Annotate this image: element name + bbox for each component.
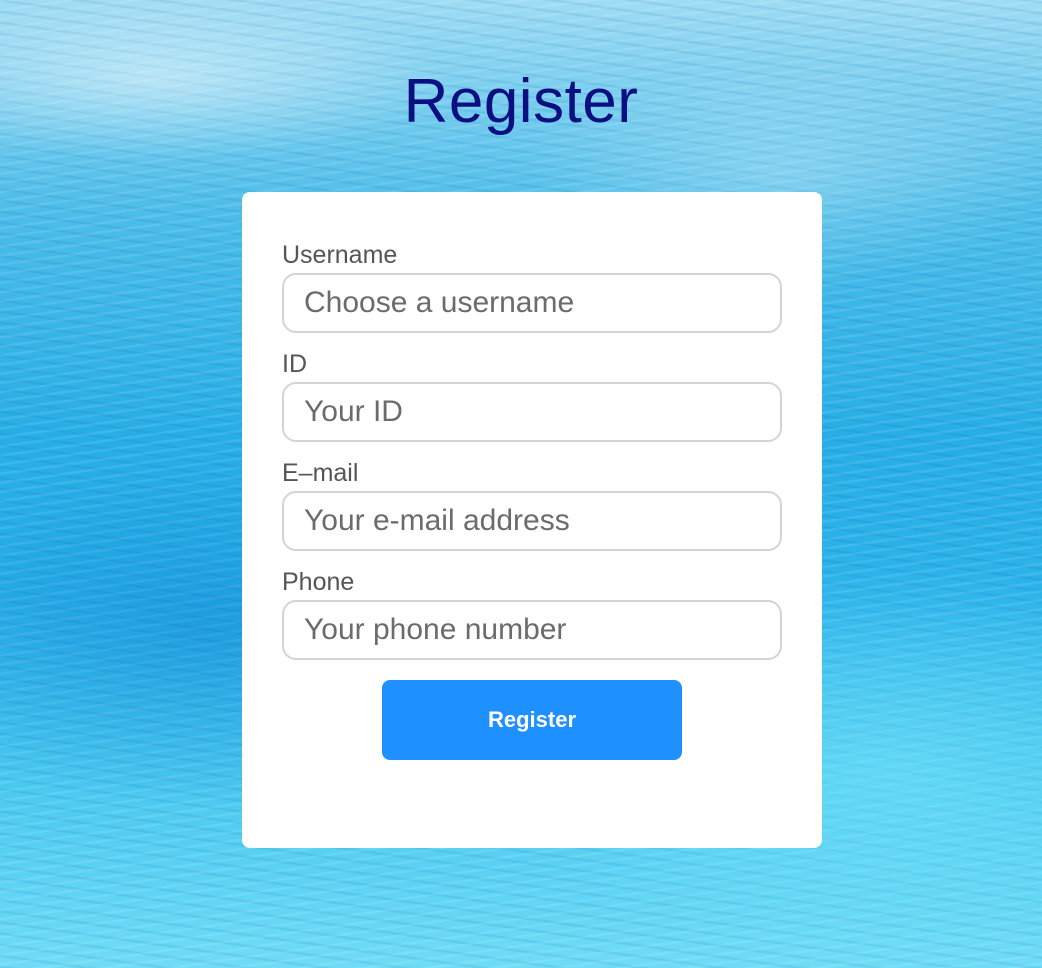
- email-label: E–mail: [282, 459, 359, 487]
- id-input[interactable]: [282, 382, 782, 442]
- submit-row: Register: [282, 676, 782, 760]
- register-button[interactable]: Register: [382, 680, 682, 760]
- page-title: Register: [403, 67, 639, 136]
- username-input[interactable]: [282, 273, 782, 333]
- email-input[interactable]: [282, 491, 782, 551]
- id-field-group: ID: [282, 349, 782, 442]
- username-label: Username: [282, 241, 398, 269]
- phone-label: Phone: [282, 568, 355, 596]
- id-label: ID: [282, 350, 307, 378]
- phone-field-group: Phone: [282, 567, 782, 660]
- phone-input[interactable]: [282, 600, 782, 660]
- register-form: Username ID E–mail Phone Register: [242, 192, 822, 848]
- username-field-group: Username: [282, 240, 782, 333]
- email-field-group: E–mail: [282, 458, 782, 551]
